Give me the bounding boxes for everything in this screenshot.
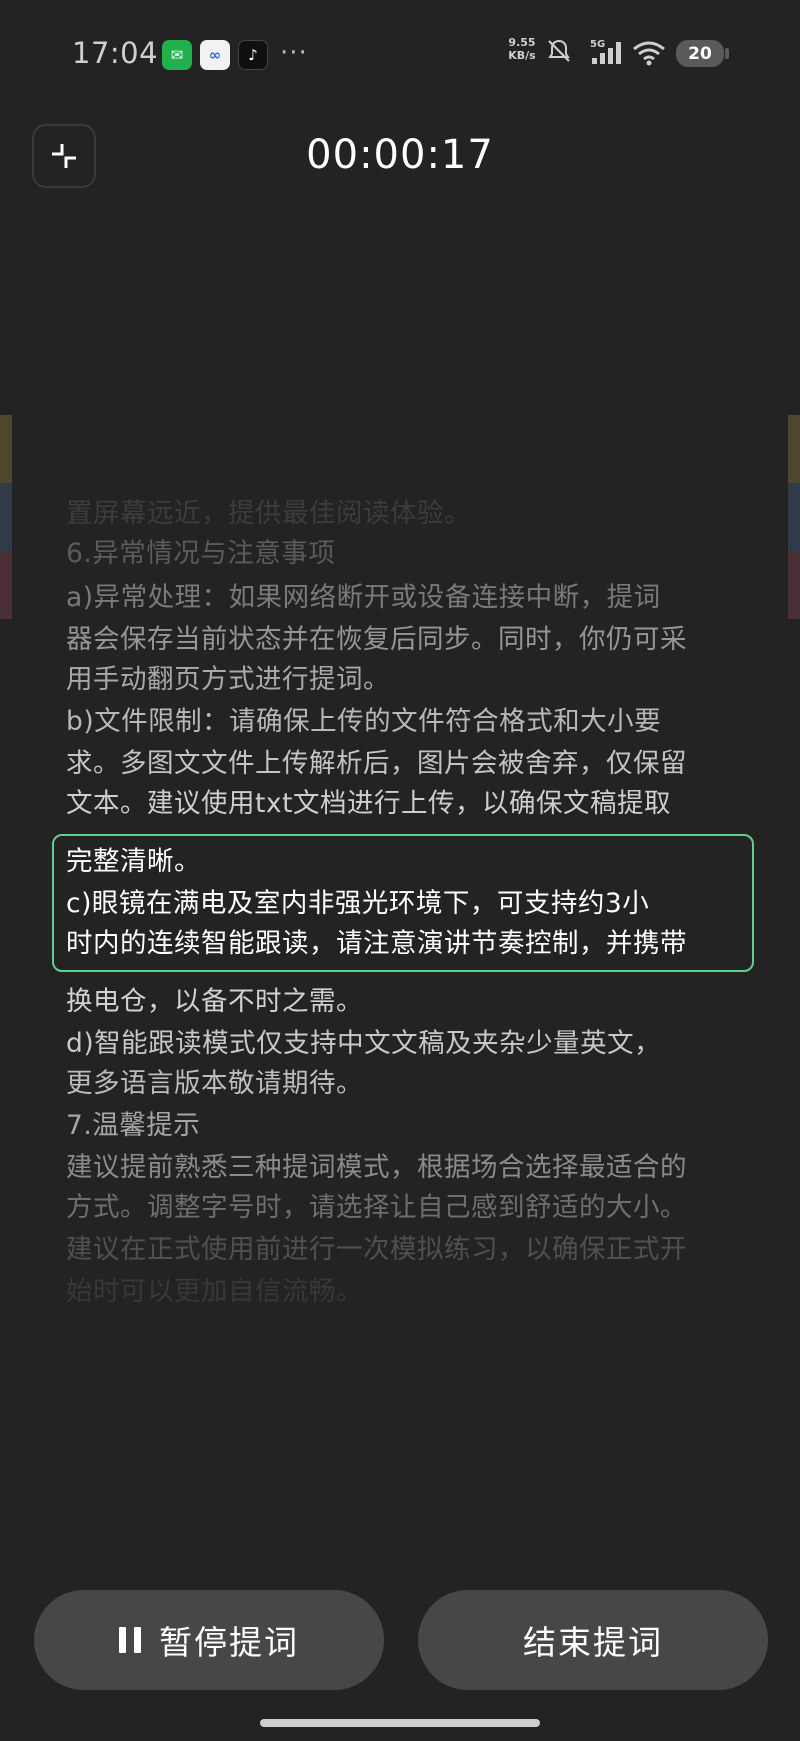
prompter-line: 器会保存当前状态并在恢复后同步。同时，你仍可采: [66, 624, 687, 655]
prompter-line: d)智能跟读模式仅支持中文文稿及夹杂少量英文，: [66, 1028, 662, 1059]
prompter-line-current: 完整清晰。: [66, 846, 201, 877]
prompter-line: 7.温馨提示: [66, 1110, 201, 1141]
pause-prompter-button[interactable]: 暂停提词: [34, 1590, 384, 1690]
prompter-line: 建议提前熟悉三种提词模式，根据场合选择最适合的: [66, 1152, 687, 1183]
prompter-line: 始时可以更加自信流畅。: [66, 1276, 363, 1307]
teleprompter-area: 置屏幕远近，提供最佳阅读体验。 6.异常情况与注意事项 a)异常处理：如果网络断…: [0, 0, 800, 1741]
home-indicator[interactable]: [260, 1719, 540, 1727]
prompter-line: 更多语言版本敬请期待。: [66, 1068, 363, 1099]
prompter-line-current: c)眼镜在满电及室内非强光环境下，可支持约3小: [66, 888, 650, 919]
prompter-line: 文本。建议使用txt文档进行上传，以确保文稿提取: [66, 788, 671, 819]
prompter-line: a)异常处理：如果网络断开或设备连接中断，提词: [66, 582, 661, 613]
prompter-line: b)文件限制：请确保上传的文件符合格式和大小要: [66, 706, 662, 737]
pause-button-label: 暂停提词: [159, 1623, 299, 1662]
prompter-line: 6.异常情况与注意事项: [66, 538, 336, 569]
prompter-line: 建议在正式使用前进行一次模拟练习，以确保正式开: [66, 1234, 687, 1265]
end-prompter-button[interactable]: 结束提词: [418, 1590, 768, 1690]
pause-icon: [119, 1627, 141, 1653]
prompter-line: 换电仓，以备不时之需。: [66, 986, 363, 1017]
prompter-line-current: 时内的连续智能跟读，请注意演讲节奏控制，并携带: [66, 928, 687, 959]
prompter-line: 置屏幕远近，提供最佳阅读体验。: [66, 498, 471, 529]
prompter-line: 用手动翻页方式进行提词。: [66, 664, 390, 695]
prompter-line: 求。多图文文件上传解析后，图片会被舍弃，仅保留: [66, 748, 687, 779]
prompter-line: 方式。调整字号时，请选择让自己感到舒适的大小。: [66, 1192, 687, 1223]
end-button-label: 结束提词: [523, 1623, 663, 1662]
